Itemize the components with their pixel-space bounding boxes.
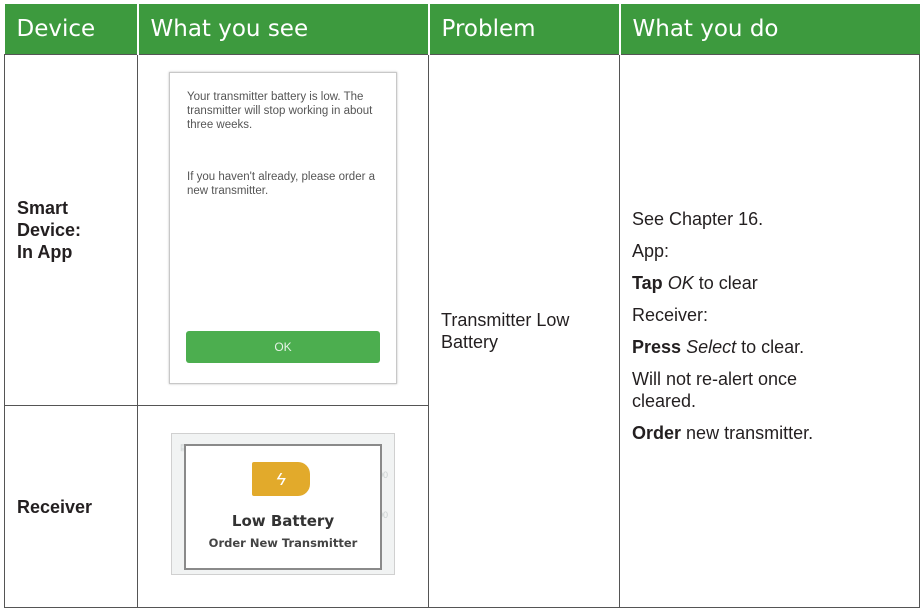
header-what-you-see: What you see [136, 4, 429, 55]
device-label-line: Smart [17, 198, 69, 218]
problem-line: Transmitter Low [441, 310, 570, 330]
header-problem: Problem [427, 4, 620, 55]
screen-smart-device: Your transmitter battery is low. The tra… [137, 54, 429, 406]
problem-line: Battery [441, 332, 499, 352]
tap-step: Tap OK to clear [632, 272, 907, 294]
ok-button[interactable]: OK [186, 330, 380, 363]
alert-guide-table: Device What you see Problem What you do … [4, 4, 920, 608]
tap-verb: Tap [632, 273, 663, 293]
press-verb: Press [632, 337, 682, 357]
order-verb: Order [632, 423, 682, 443]
header-what-you-do: What you do [618, 4, 920, 55]
device-label-line: In App [17, 242, 73, 262]
header-device: Device [4, 4, 138, 55]
press-target: Select [686, 337, 737, 357]
receiver-alert-screen: ▤ 300 200 ϟ Low Battery Order New Transm… [171, 433, 395, 575]
app-alert-screen: Your transmitter battery is low. The tra… [169, 71, 397, 384]
order-rest: new transmitter. [686, 423, 814, 443]
app-alert-instruction: If you haven't already, please order a n… [187, 170, 376, 197]
no-realert-text: Will not re-alert once cleared. [632, 369, 798, 411]
device-receiver: Receiver [4, 405, 138, 608]
receiver-alert-dialog: ϟ Low Battery Order New Transmitter [184, 444, 382, 570]
press-step: Press Select to clear. [632, 336, 907, 358]
order-step: Order new transmitter. [632, 422, 907, 444]
device-label-line: Device: [17, 220, 82, 240]
receiver-label: Receiver: [632, 305, 709, 325]
screen-receiver: ▤ 300 200 ϟ Low Battery Order New Transm… [137, 405, 429, 608]
header-row: Device What you see Problem What you do [4, 4, 920, 55]
see-chapter-text: See Chapter 16. [632, 209, 764, 229]
row-smart-device: Smart Device: In App Your transmitter ba… [4, 54, 920, 608]
receiver-alert-title: Low Battery [231, 512, 335, 530]
tap-target: OK [667, 273, 694, 293]
tap-rest: to clear [698, 273, 758, 293]
app-alert-message: Your transmitter battery is low. The tra… [187, 90, 373, 131]
device-smart-device: Smart Device: In App [4, 54, 138, 406]
battery-low-icon: ϟ [252, 462, 310, 496]
press-rest: to clear. [741, 337, 805, 357]
problem-cell: Transmitter Low Battery [428, 54, 620, 608]
action-cell: See Chapter 16. App: Tap OK to clear Rec… [619, 54, 920, 608]
app-label: App: [632, 241, 670, 261]
receiver-alert-subtitle: Order New Transmitter [208, 536, 358, 550]
